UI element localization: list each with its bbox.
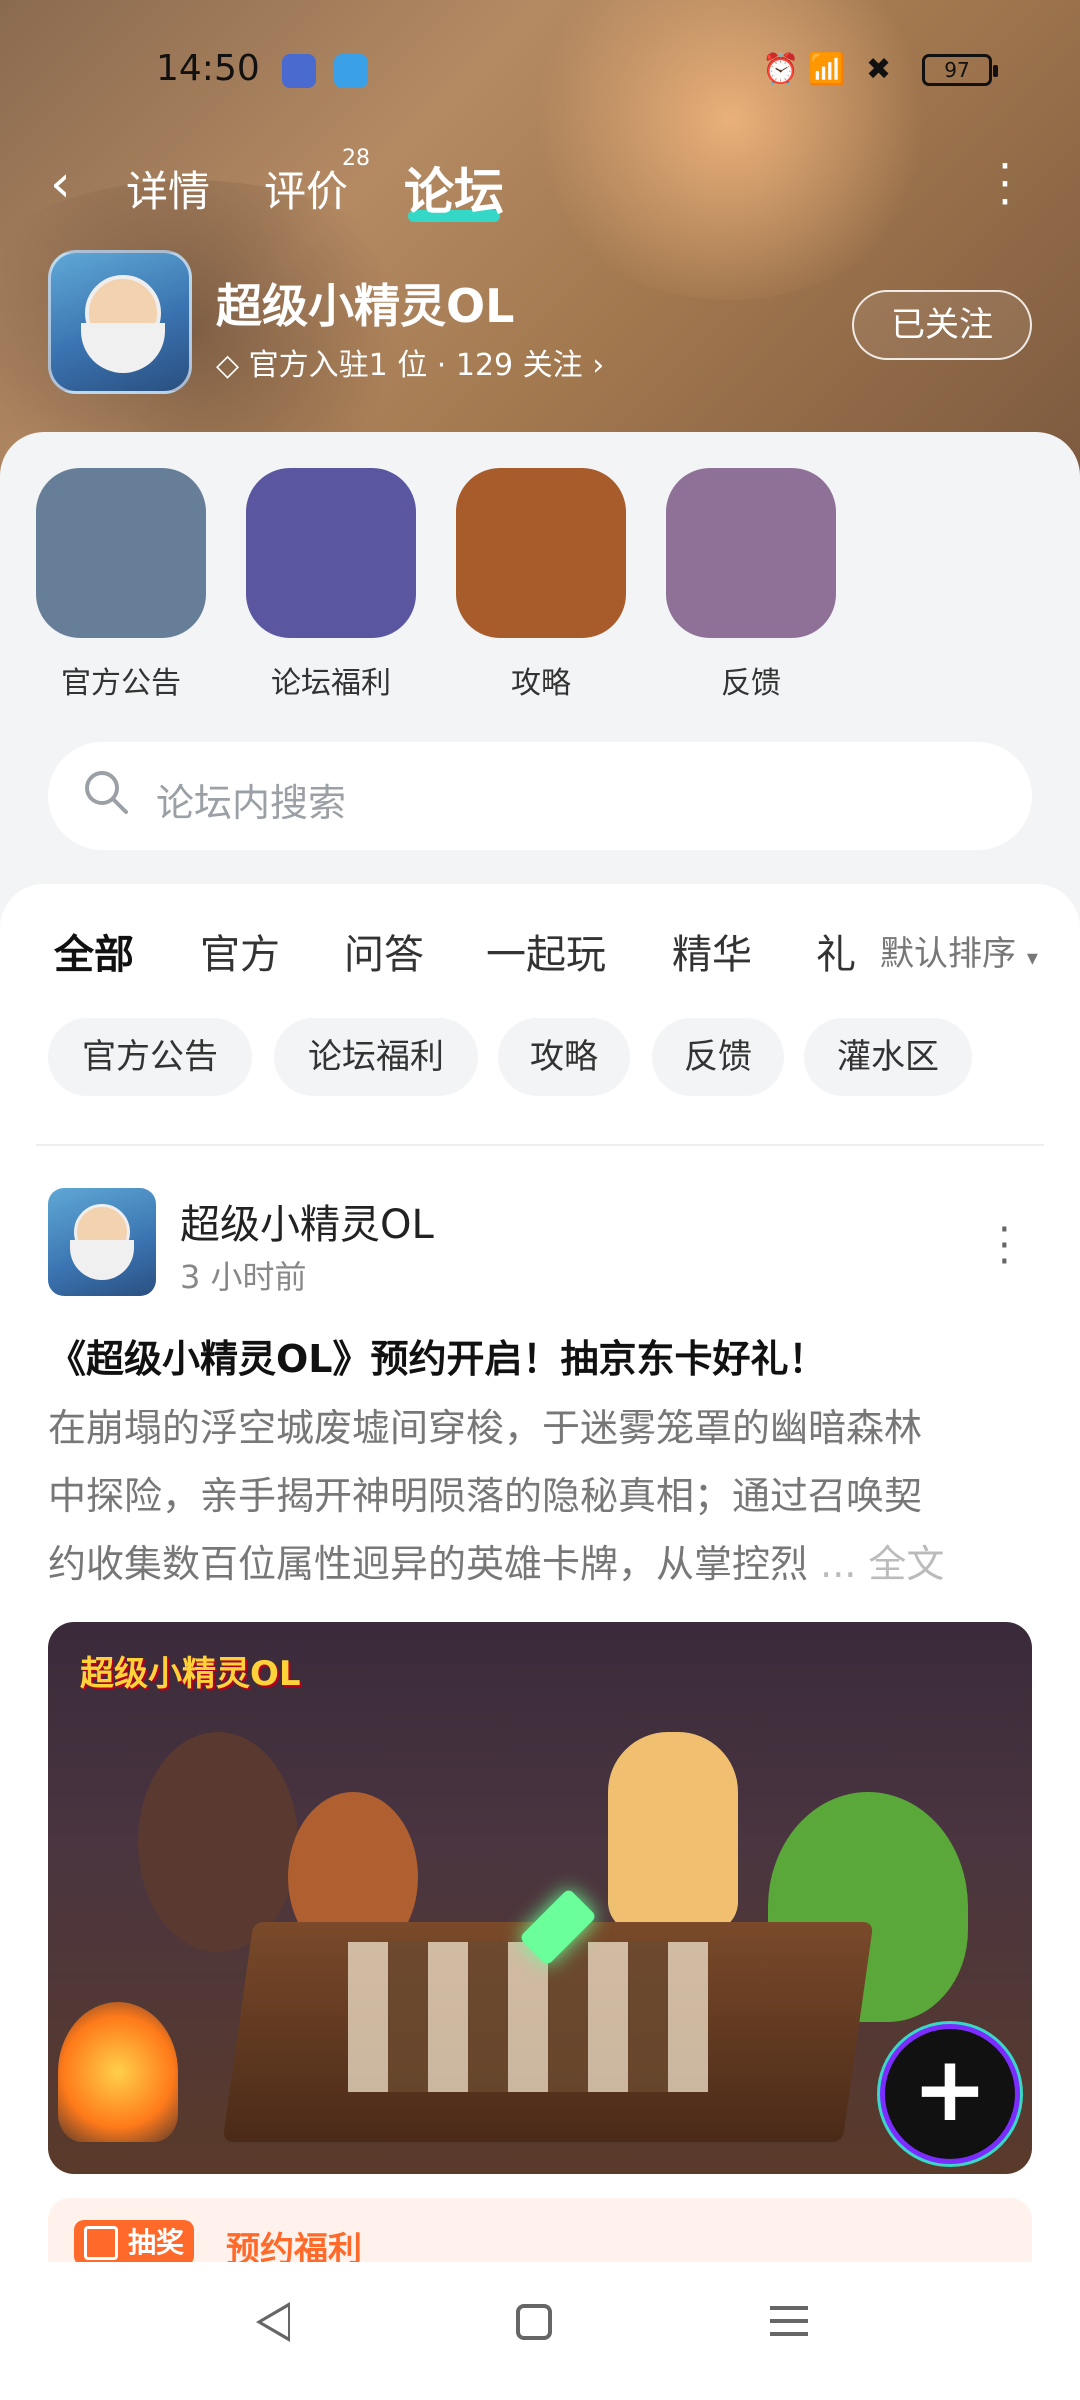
system-nav-bar [0,2262,1080,2400]
status-time: 14:50 [156,48,260,89]
lottery-tag: 抽奖 [74,2220,195,2266]
chevron-right-icon: › [592,348,605,383]
feed-tab-gift[interactable]: 礼 [816,922,856,980]
feed-tab-featured[interactable]: 精华 [672,922,752,980]
chip-guide[interactable]: 攻略 [498,1018,630,1096]
tab-reviews[interactable]: 评价 [264,158,348,219]
app-notification-icon-2 [334,54,368,88]
battery-indicator: 97 [922,54,998,86]
tab-forum[interactable]: 论坛 [404,152,504,224]
category-label: 攻略 [511,666,571,701]
avatar[interactable] [48,1188,156,1296]
category-tile [36,468,206,638]
chip-chat-area[interactable]: 灌水区 [804,1018,972,1096]
category-tile [456,468,626,638]
nav-home-icon[interactable] [516,2304,552,2340]
chip-forum-welfare[interactable]: 论坛福利 [274,1018,478,1096]
post-body-line: 中探险，亲手揭开神明陨落的隐秘真相；通过召唤契 [48,1474,923,1518]
app-title: 超级小精灵OL [216,279,515,333]
app-stats[interactable]: ◇ 官方入驻1 位 · 129 关注 › [216,340,604,384]
sim-icon: ✖ [866,52,892,87]
category-feedback[interactable]: 反馈 [666,468,836,702]
alarm-icon: ⏰ [762,52,800,87]
app-icon [48,250,192,394]
chip-official-announcement[interactable]: 官方公告 [48,1018,252,1096]
category-label: 论坛福利 [271,666,391,701]
post-body[interactable]: 在崩塌的浮空城废墟间穿梭，于迷雾笼罩的幽暗森林 中探险，亲手揭开神明陨落的隐秘真… [48,1394,1038,1598]
post-feed: 全部 官方 问答 一起玩 精华 礼 默认排序 ▾ 官方公告 论坛福利 攻略 反馈… [0,884,1080,2288]
create-post-button[interactable]: + [880,2024,1020,2164]
nav-menu-icon[interactable] [770,2306,808,2336]
status-bar: 14:50 ⏰ 📶 ✖ 97 [0,40,1080,100]
app-notification-icon [282,54,316,88]
category-label: 反馈 [721,666,781,701]
wifi-icon: 📶 [808,52,846,87]
post-author[interactable]: 超级小精灵OL [180,1192,434,1250]
follow-button[interactable]: 已关注 [852,290,1032,360]
read-more-link[interactable]: ... 全文 [820,1542,944,1586]
more-options-icon[interactable]: · · · [998,145,1012,225]
top-nav: ‹ 详情 评价 28 论坛 · · · [0,145,1080,228]
post-body-line: 在崩塌的浮空城废墟间穿梭，于迷雾笼罩的幽暗森林 [48,1406,923,1450]
category-tile [246,468,416,638]
feed-tab-qa[interactable]: 问答 [344,922,424,980]
header-banner: 14:50 ⏰ 📶 ✖ 97 ‹ 详情 评价 28 论坛 · · · 超级小精灵OL… [0,0,1080,480]
caret-down-icon: ▾ [1026,946,1038,971]
chip-feedback[interactable]: 反馈 [652,1018,784,1096]
feed-tab-official[interactable]: 官方 [200,922,280,980]
reviews-count-badge: 28 [342,146,370,171]
category-guide[interactable]: 攻略 [456,468,626,702]
app-stats-text: 官方入驻1 位 · 129 关注 [248,348,583,383]
category-forum-welfare[interactable]: 论坛福利 [246,468,416,702]
gift-icon [84,2226,118,2260]
forum-search-input[interactable]: 论坛内搜索 [48,742,1032,850]
search-placeholder: 论坛内搜索 [156,781,347,825]
feed-tab-all[interactable]: 全部 [54,922,134,980]
sort-dropdown[interactable]: 默认排序 ▾ [870,926,1038,975]
nav-back-icon[interactable] [256,2302,290,2342]
divider [36,1144,1044,1146]
back-arrow-icon[interactable]: ‹ [50,156,71,212]
post-body-text: 约收集数百位属性迥异的英雄卡牌，从掌控烈 [48,1542,809,1586]
post-body-line-last: 约收集数百位属性迥异的英雄卡牌，从掌控烈 ... 全文 [48,1530,1038,1598]
post-more-icon[interactable]: · · · [998,1210,1011,1282]
lottery-tag-label: 抽奖 [128,2226,185,2259]
category-label: 官方公告 [61,666,181,701]
category-tile [666,468,836,638]
search-icon [85,771,128,814]
sort-label: 默认排序 [880,934,1016,974]
category-official-announcement[interactable]: 官方公告 [36,468,206,702]
post-time: 3 小时前 [180,1258,307,1296]
feed-tab-play-together[interactable]: 一起玩 [486,922,606,980]
post-title[interactable]: 《超级小精灵OL》预约开启！抽京东卡好礼！ [48,1328,827,1383]
tab-details[interactable]: 详情 [126,158,210,219]
image-logo: 超级小精灵OL [80,1654,301,1694]
diamond-icon: ◇ [216,348,240,383]
